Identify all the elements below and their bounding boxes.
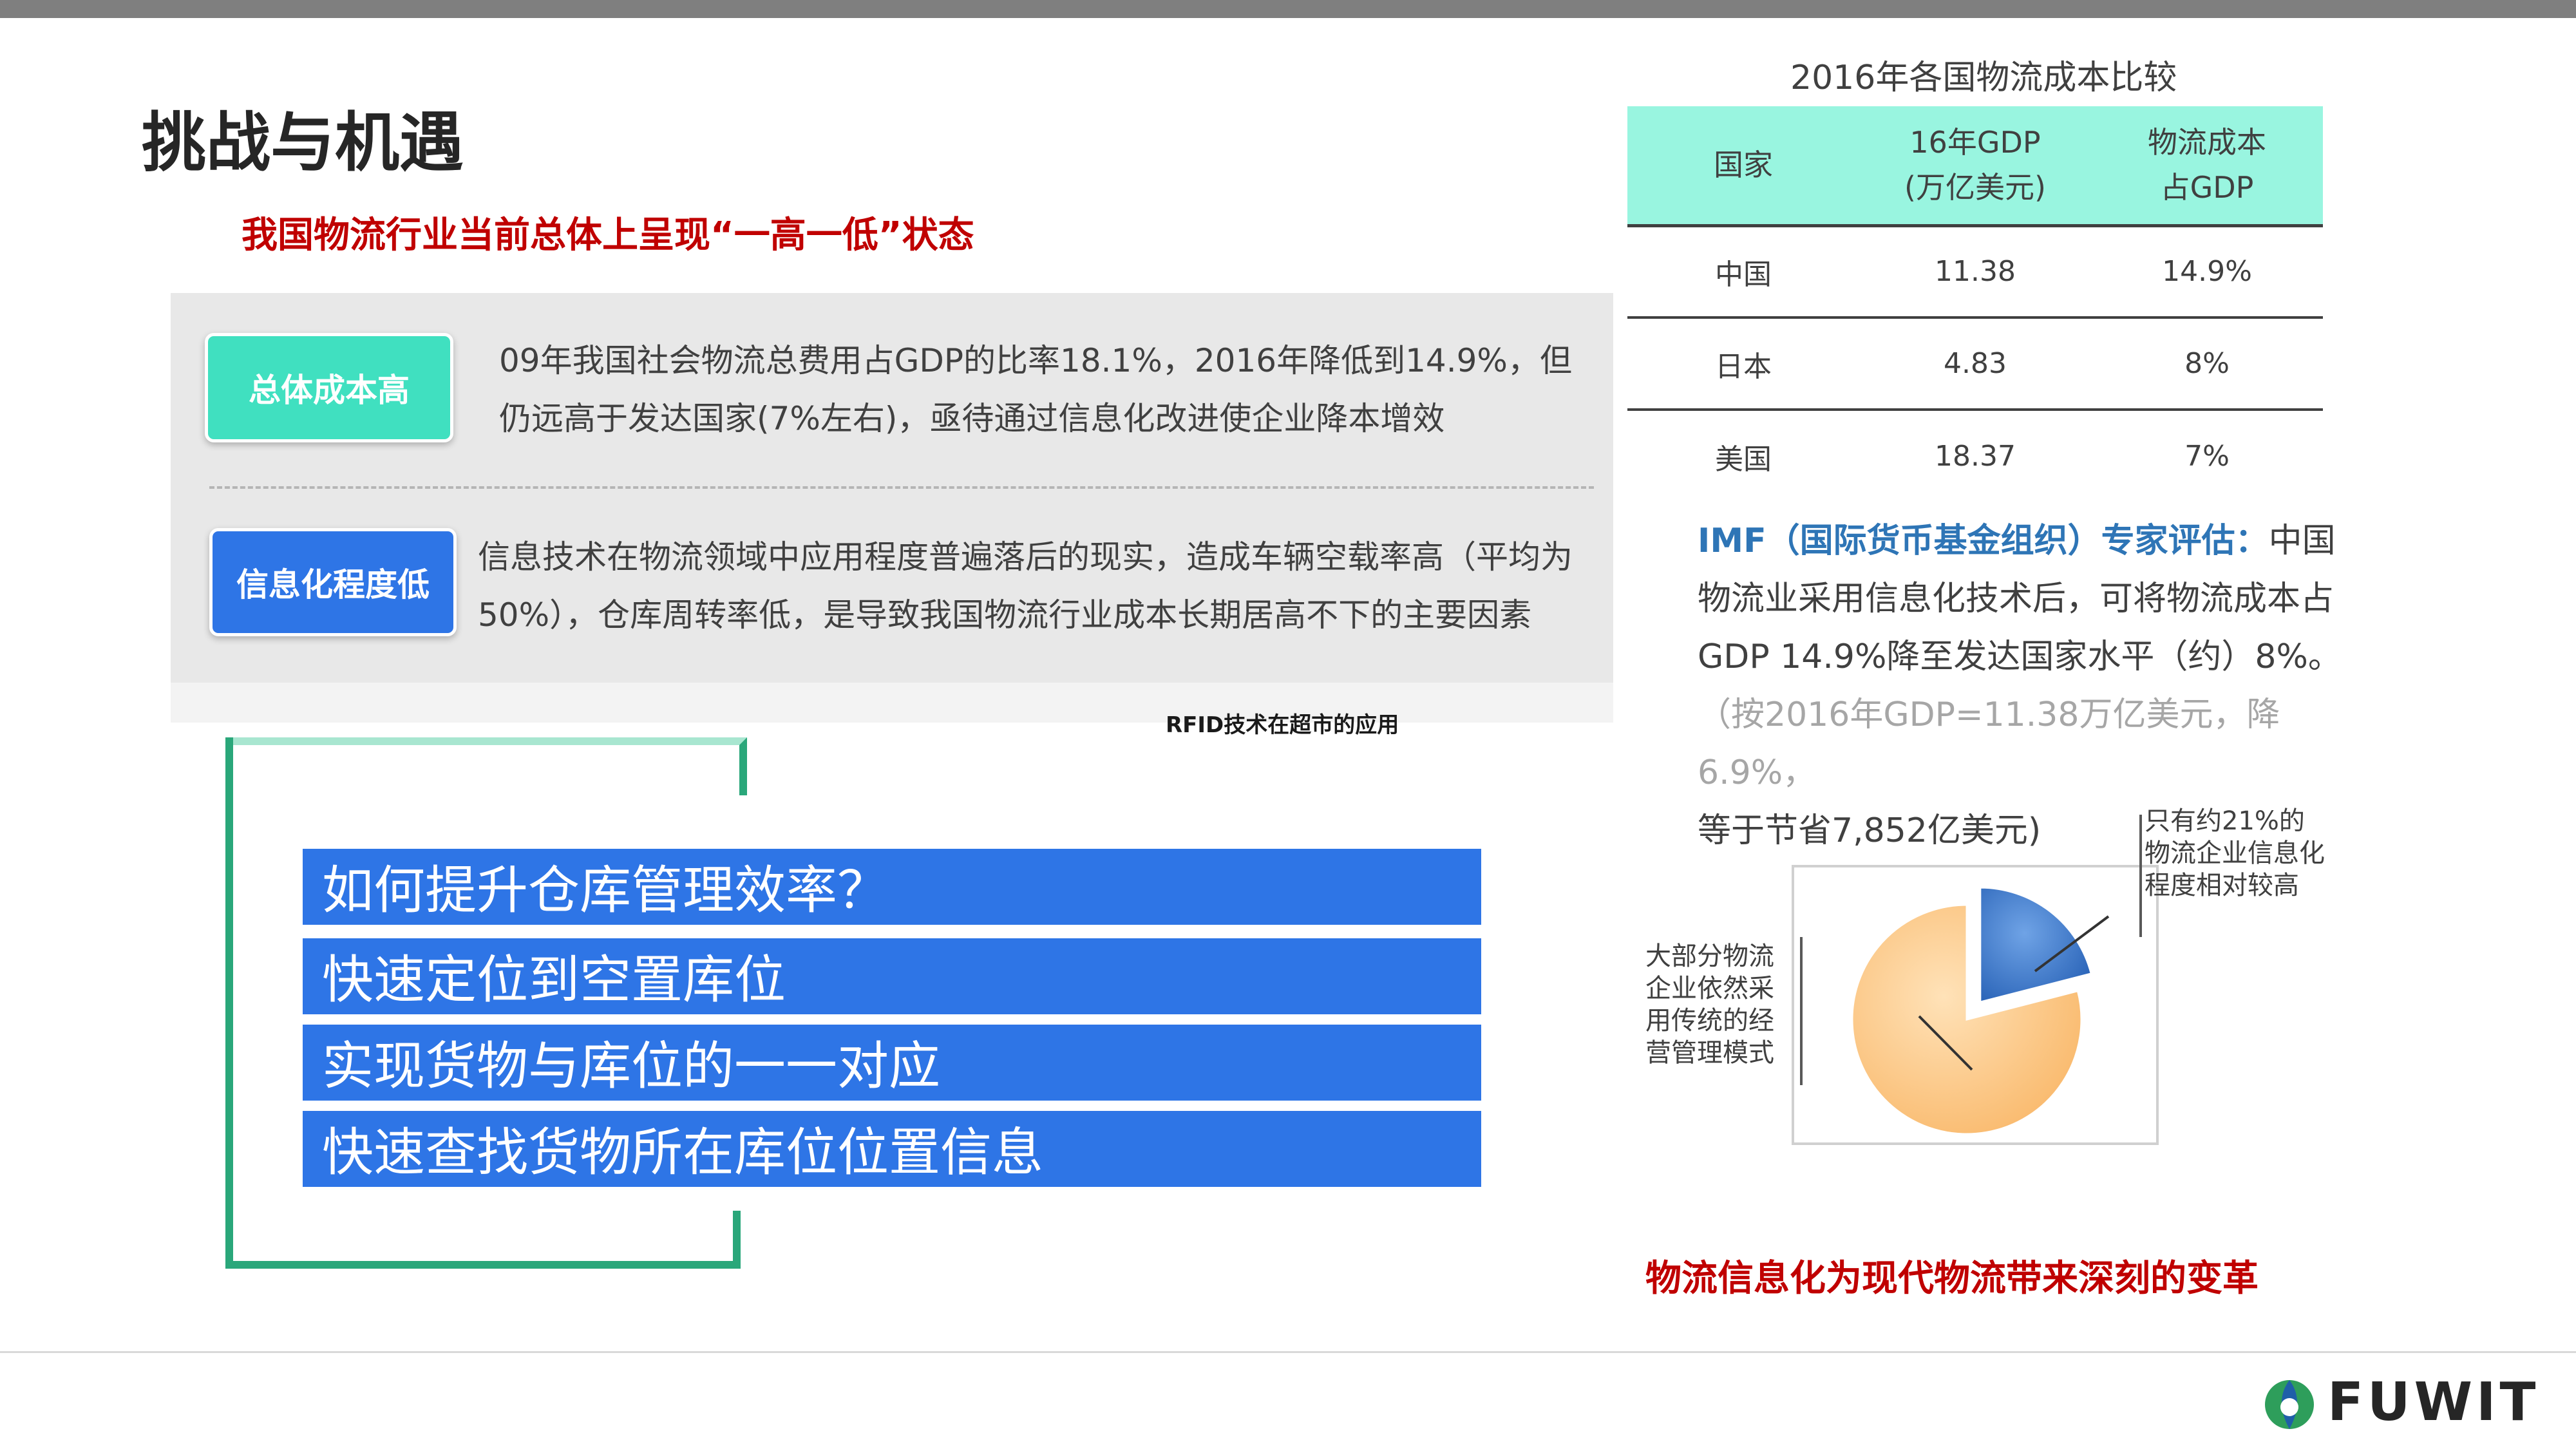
high-cost-description: 09年我国社会物流总费用占GDP的比率18.1%，2016年降低到14.9%，但… [499,342,1572,437]
fuwit-logo: FUWIT [2260,1372,2540,1433]
imf-heading: IMF（国际货币基金组织）专家评估： [1698,522,2269,560]
question-item: 如何提升仓库管理效率？ [303,849,1481,925]
table-title: 2016年各国物流成本比较 [1790,59,2177,97]
pie-chart [1851,886,2110,1135]
table-cell: 4.83 [1859,317,2091,411]
bottom-statement: 物流信息化为现代物流带来深刻的变革 [1645,1258,2259,1300]
footer-divider [0,1351,2576,1353]
top-bar [0,0,2576,18]
table-cell: 14.9% [2091,225,2323,319]
bracket-left [225,737,233,1269]
page-title: 挑战与机遇 [142,105,464,180]
logo-text: FUWIT [2327,1372,2540,1433]
table-row: 中国 11.38 14.9% [1627,225,2323,319]
low-informatization-description: 信息技术在物流领域中应用程度普遍落后的现实，造成车辆空载率高（平均为50%），仓… [478,538,1573,634]
table-cell: 中国 [1627,225,1859,319]
table-cell: 美国 [1715,442,1772,476]
table-header: 16年GDP (万亿美元) [1859,106,2091,227]
table-row: 日本 4.83 8% [1627,317,2323,411]
question-item: 实现货物与库位的一一对应 [303,1025,1481,1101]
table-header: 国家 [1627,106,1859,227]
table-cell: 日本 [1627,317,1859,411]
question-item: 快速定位到空置库位 [303,938,1481,1014]
question-item: 快速查找货物所在库位位置信息 [303,1111,1481,1187]
table-header: 物流成本 占GDP [2091,106,2323,227]
bracket-bottom [225,1211,741,1269]
pie-label-traditional: 大部分物流企业依然采用传统的经营管理模式 [1645,942,1774,1068]
table-row: 美国 18.37 7% [1627,410,2323,502]
tag-low-informatization: 信息化程度低 [209,528,457,636]
table-cell: 11.38 [1859,225,2091,319]
rfid-caption: RFID技术在超市的应用 [1166,712,1399,738]
table-cell: 7% [2184,440,2230,473]
imf-note-end: 等于节省7,852亿美元) [1698,811,2041,850]
bracket-top [225,737,747,795]
callout-bar-right [2139,815,2142,937]
imf-note: （按2016年GDP=11.38万亿美元，降6.9%， [1698,696,2280,792]
subtitle: 我国物流行业当前总体上呈现“一高一低”状态 [242,214,974,256]
table-cell: 18.37 [1935,440,2016,473]
pie-slice-informatized [1979,886,2093,1004]
callout-bar-left [1800,937,1803,1085]
fuwit-logo-icon [2265,1379,2314,1429]
logistics-cost-table: 国家 16年GDP (万亿美元) 物流成本 占GDP 中国 11.38 14.9% … [1627,106,2323,502]
panel-divider [209,486,1594,489]
table-cell: 8% [2091,317,2323,411]
tag-high-cost: 总体成本高 [205,333,453,442]
pie-label-informatized: 只有约21%的物流企业信息化程度相对较高 [2145,806,2325,900]
